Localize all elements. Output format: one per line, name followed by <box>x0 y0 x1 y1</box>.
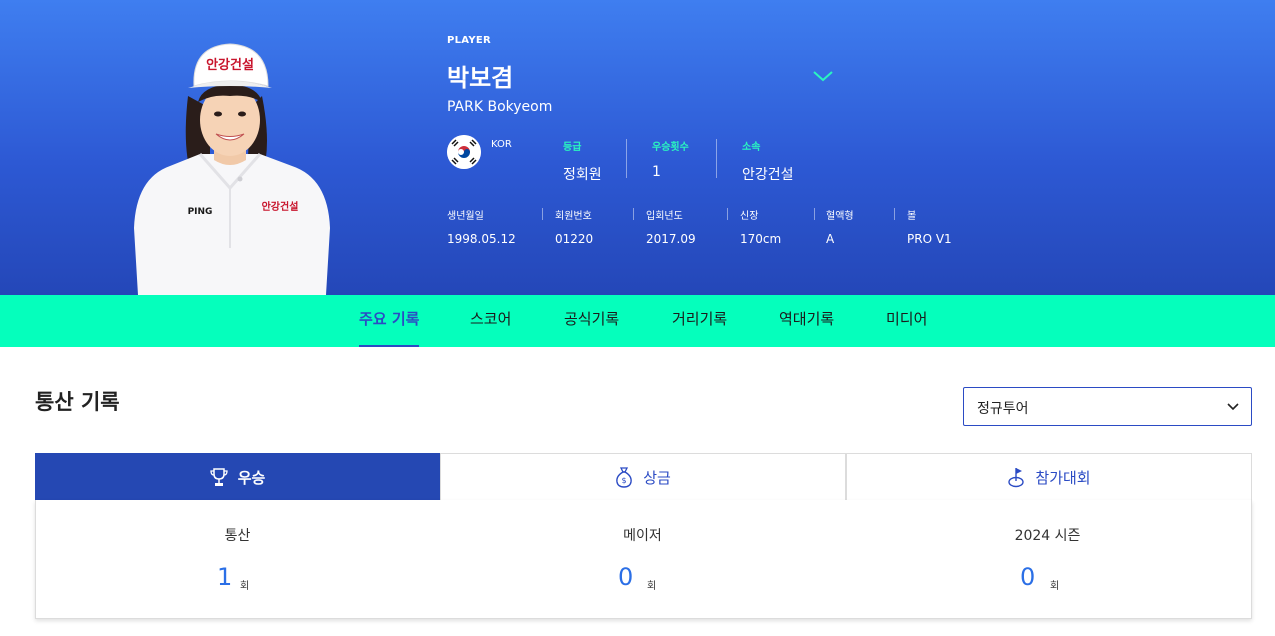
record-total: 통산 1 회 <box>35 525 440 592</box>
stat-value: 정회원 <box>563 167 602 183</box>
tab-distance-records[interactable]: 거리기록 <box>672 295 727 347</box>
info-label: 신장 <box>740 211 759 222</box>
stat-grade: 등급 정회원 <box>563 138 602 184</box>
player-english-name: PARK Bokyeom <box>447 99 553 115</box>
tour-select-value: 정규투어 <box>977 401 1029 417</box>
svg-text:$: $ <box>622 476 627 485</box>
info-label: 회원번호 <box>555 211 592 222</box>
info-value: 2017.09 <box>646 232 696 246</box>
info-value: A <box>826 232 835 246</box>
info-join-year: 입회년도 2017.09 <box>646 207 696 246</box>
info-value: 01220 <box>555 232 594 246</box>
info-value: PRO V1 <box>907 232 952 246</box>
section-title: 통산 기록 <box>35 390 120 414</box>
record-tab-label: 상금 <box>643 468 671 487</box>
record-major: 메이저 0 회 <box>440 525 845 592</box>
info-label: 볼 <box>907 211 917 222</box>
record-tab-label: 참가대회 <box>1035 468 1091 487</box>
tab-score[interactable]: 스코어 <box>470 295 511 347</box>
info-member-number: 회원번호 01220 <box>555 207 593 246</box>
record-season: 2024 시즌 0 회 <box>845 525 1250 592</box>
info-label: 혈액형 <box>826 211 854 222</box>
player-tag: PLAYER <box>447 35 492 46</box>
record-unit: 회 <box>647 581 657 592</box>
tab-media[interactable]: 미디어 <box>886 295 927 347</box>
stat-label: 등급 <box>563 142 582 153</box>
country-code: KOR <box>491 139 512 150</box>
stat-label: 소속 <box>742 142 761 153</box>
divider <box>542 208 543 220</box>
record-unit: 회 <box>1050 581 1060 592</box>
tour-select[interactable]: 정규투어 <box>963 387 1252 426</box>
record-label: 통산 <box>224 528 251 544</box>
tab-official-records[interactable]: 공식기록 <box>564 295 619 347</box>
player-photo: 안강건설 PING 안강건설 <box>134 43 330 295</box>
record-tab-label: 우승 <box>237 468 266 487</box>
divider <box>814 208 815 220</box>
record-tab-tournaments[interactable]: 참가대회 <box>846 453 1252 501</box>
record-tab-bar: 주요 기록 스코어 공식기록 거리기록 역대기록 미디어 <box>0 295 1275 347</box>
record-label: 메이저 <box>623 528 662 544</box>
svg-text:PING: PING <box>188 207 213 217</box>
info-birthdate: 생년월일 1998.05.12 <box>447 207 516 246</box>
info-height: 신장 170cm <box>740 207 781 246</box>
record-value: 0 <box>618 563 634 591</box>
divider <box>626 139 627 178</box>
record-value: 0 <box>1020 563 1036 591</box>
stat-wins: 우승횟수 1 <box>652 138 689 180</box>
golf-flag-icon <box>1008 468 1025 488</box>
trophy-icon <box>210 468 228 486</box>
stat-value: 안강건설 <box>742 167 794 183</box>
stat-value: 1 <box>652 164 661 180</box>
divider <box>633 208 634 220</box>
divider <box>716 139 717 178</box>
divider <box>727 208 728 220</box>
info-blood-type: 혈액형 A <box>826 207 854 246</box>
stat-affiliation: 소속 안강건설 <box>742 138 794 184</box>
tab-history-records[interactable]: 역대기록 <box>779 295 834 347</box>
divider <box>894 208 895 220</box>
record-unit: 회 <box>240 581 250 592</box>
info-value: 1998.05.12 <box>447 232 516 246</box>
chevron-down-icon[interactable] <box>811 68 835 84</box>
money-bag-icon: $ <box>616 467 633 488</box>
record-tab-wins[interactable]: 우승 <box>35 453 440 501</box>
info-label: 입회년도 <box>646 211 683 222</box>
record-value: 1 <box>217 563 233 591</box>
korea-flag-icon <box>447 135 481 169</box>
record-tab-prize-money[interactable]: $ 상금 <box>440 453 846 501</box>
info-label: 생년월일 <box>447 211 484 222</box>
info-value: 170cm <box>740 232 782 246</box>
svg-text:안강건설: 안강건설 <box>262 200 299 213</box>
info-ball: 볼 PRO V1 <box>907 207 952 246</box>
svg-text:안강건설: 안강건설 <box>206 57 254 73</box>
record-label: 2024 시즌 <box>1014 528 1081 544</box>
player-header: 안강건설 PING 안강건설 PLAYER 박보겸 PARK Bokyeom K… <box>0 0 1275 295</box>
chevron-down-icon <box>1227 403 1239 411</box>
records-panel <box>35 500 1252 619</box>
player-name: 박보겸 <box>447 64 514 92</box>
stat-label: 우승횟수 <box>652 142 689 153</box>
tab-main-records[interactable]: 주요 기록 <box>359 295 420 347</box>
